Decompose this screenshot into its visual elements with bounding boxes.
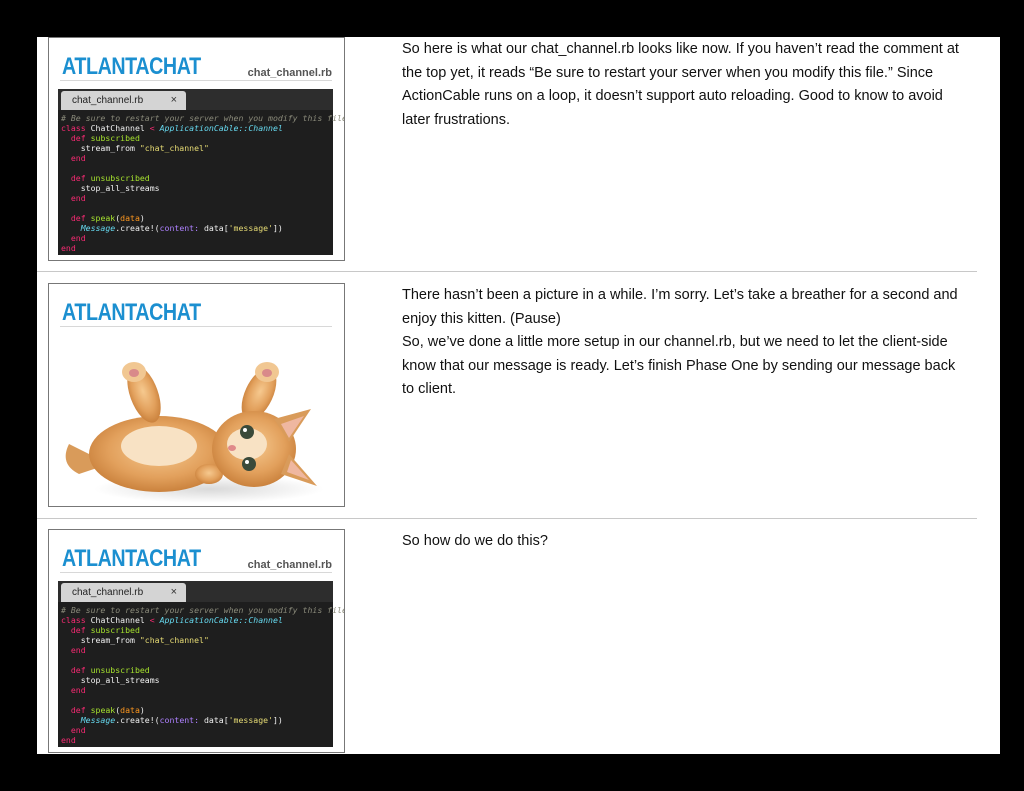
- note-paragraph: So, we’ve done a little more setup in ou…: [402, 334, 956, 397]
- editor-tab: chat_channel.rb ×: [61, 583, 186, 602]
- code-line: stop_all_streams: [61, 675, 160, 685]
- code-line: def subscribed: [61, 625, 140, 635]
- editor-tab-label: chat_channel.rb: [72, 587, 144, 598]
- code-line: stream_from "chat_channel": [61, 635, 209, 645]
- code-line: class ChatChannel < ApplicationCable::Ch…: [61, 615, 283, 625]
- note-paragraph: So how do we do this?: [402, 533, 548, 549]
- kitten-photo: [65, 362, 324, 503]
- code-line: # Be sure to restart your server when yo…: [61, 113, 345, 123]
- slide-row-1: ATLANTACHAT chat_channel.rb chat_channel…: [37, 37, 1000, 273]
- code-line: def speak(data): [61, 705, 145, 715]
- code-line: Message.create!(content: data['message']…: [61, 715, 283, 725]
- code-line: Message.create!(content: data['message']…: [61, 223, 283, 233]
- note-paragraph: So here is what our chat_channel.rb look…: [402, 41, 959, 128]
- code-line: def speak(data): [61, 213, 145, 223]
- code-line: end: [61, 193, 86, 203]
- slide-row-3: ATLANTACHAT chat_channel.rb chat_channel…: [37, 529, 1000, 754]
- code-line: # Be sure to restart your server when yo…: [61, 605, 345, 615]
- row-divider: [37, 518, 977, 519]
- speaker-note-3: So how do we do this?: [402, 530, 962, 554]
- code-line: stop_all_streams: [61, 183, 160, 193]
- code-line: class ChatChannel < ApplicationCable::Ch…: [61, 123, 283, 133]
- code-block: # Be sure to restart your server when yo…: [61, 113, 345, 253]
- code-editor: chat_channel.rb × # Be sure to restart y…: [58, 581, 344, 747]
- code-line: def subscribed: [61, 133, 140, 143]
- speaker-note-1: So here is what our chat_channel.rb look…: [402, 38, 962, 132]
- editor-tab-bar: chat_channel.rb ×: [58, 89, 333, 110]
- close-icon: ×: [170, 586, 177, 598]
- slide-brand: ATLANTACHAT: [62, 53, 201, 80]
- code-line: end: [61, 725, 86, 735]
- close-icon: ×: [170, 94, 177, 106]
- code-line: end: [61, 233, 86, 243]
- slide-file-label: chat_channel.rb: [247, 67, 332, 79]
- editor-tab: chat_channel.rb ×: [61, 91, 186, 110]
- slide-thumbnail-1: ATLANTACHAT chat_channel.rb chat_channel…: [48, 37, 345, 261]
- notes-page: ATLANTACHAT chat_channel.rb chat_channel…: [37, 37, 1000, 754]
- editor-tab-bar: chat_channel.rb ×: [58, 581, 333, 602]
- editor-tab-label: chat_channel.rb: [72, 95, 144, 106]
- brand-rule: [60, 80, 332, 81]
- code-line: stream_from "chat_channel": [61, 143, 209, 153]
- speaker-note-2: There hasn’t been a picture in a while. …: [402, 284, 962, 402]
- code-line: end: [61, 645, 86, 655]
- code-line: end: [61, 153, 86, 163]
- slide-thumbnail-3: ATLANTACHAT chat_channel.rb chat_channel…: [48, 529, 345, 753]
- slide-brand: ATLANTACHAT: [62, 545, 201, 572]
- code-line: def unsubscribed: [61, 665, 150, 675]
- slide-thumbnail-2: ATLANTACHAT: [48, 283, 345, 507]
- code-editor: chat_channel.rb × # Be sure to restart y…: [58, 89, 344, 255]
- code-line: end: [61, 735, 76, 745]
- slide-brand: ATLANTACHAT: [62, 299, 201, 326]
- code-line: def unsubscribed: [61, 173, 150, 183]
- slide-file-label: chat_channel.rb: [247, 559, 332, 571]
- slide-row-2: ATLANTACHAT There hasn’t been a picture …: [37, 283, 1000, 519]
- code-line: end: [61, 685, 86, 695]
- brand-rule: [60, 572, 332, 573]
- row-divider: [37, 271, 977, 272]
- code-line: end: [61, 243, 76, 253]
- code-block: # Be sure to restart your server when yo…: [61, 605, 345, 745]
- note-paragraph: There hasn’t been a picture in a while. …: [402, 287, 958, 327]
